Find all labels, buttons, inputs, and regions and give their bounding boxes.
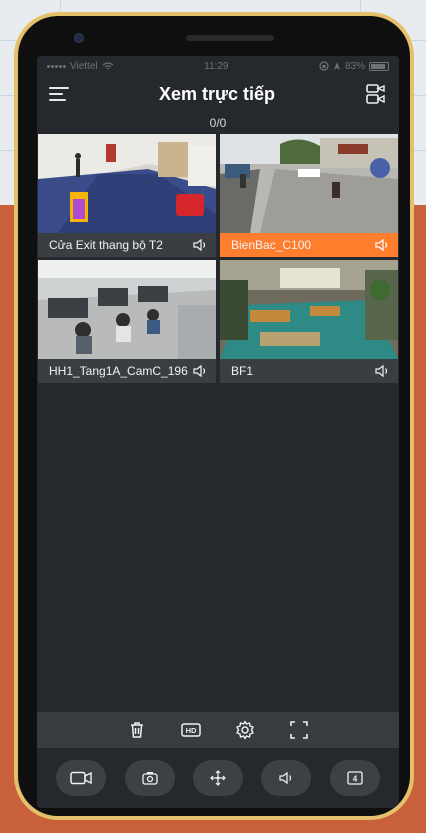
battery-icon bbox=[369, 61, 389, 71]
app-header: Xem trực tiếp bbox=[37, 76, 399, 112]
camera-name: BF1 bbox=[231, 364, 254, 378]
camera-caption-3[interactable]: HH1_Tang1A_CamC_196 bbox=[38, 359, 216, 383]
battery-percent: 83% bbox=[344, 60, 365, 72]
front-camera-icon bbox=[74, 33, 84, 43]
ptz-icon bbox=[210, 770, 226, 786]
video-record-icon bbox=[70, 771, 92, 785]
phone-body: Viettel 11:29 83% Xem trực tiếp 0/0 Cửa … bbox=[18, 16, 410, 816]
camera-caption-4[interactable]: BF1 bbox=[220, 359, 398, 383]
lock-rotation-icon bbox=[319, 61, 329, 71]
snapshot-button[interactable] bbox=[124, 760, 175, 796]
hd-label: HD bbox=[186, 726, 197, 735]
snapshot-icon bbox=[141, 772, 158, 785]
speaker-icon[interactable] bbox=[374, 364, 390, 378]
camera-feed-4[interactable] bbox=[220, 260, 398, 359]
playback-toolbar: HD bbox=[37, 712, 399, 748]
camera-name: BienBac_C100 bbox=[231, 238, 312, 252]
location-icon bbox=[333, 62, 340, 70]
gear-icon[interactable] bbox=[235, 720, 255, 740]
hd-icon[interactable]: HD bbox=[181, 720, 201, 740]
audio-button[interactable] bbox=[261, 760, 312, 796]
camera-name: Cửa Exit thang bộ T2 bbox=[49, 238, 163, 252]
camera-tile-3[interactable]: HH1_Tang1A_CamC_196 bbox=[38, 260, 216, 383]
carrier-label: Viettel bbox=[70, 60, 98, 72]
camera-switch-icon[interactable] bbox=[365, 83, 387, 105]
fullscreen-icon[interactable] bbox=[289, 720, 309, 740]
wifi-icon bbox=[102, 61, 113, 69]
camera-feed-1[interactable] bbox=[38, 134, 216, 233]
camera-tile-4[interactable]: BF1 bbox=[220, 260, 398, 383]
page-counter: 0/0 bbox=[209, 116, 227, 130]
ptz-button[interactable] bbox=[192, 760, 243, 796]
camera-feed-2[interactable] bbox=[220, 134, 398, 233]
layout-button[interactable]: 4 bbox=[329, 760, 380, 796]
layout-count: 4 bbox=[353, 774, 358, 783]
trash-icon[interactable] bbox=[127, 720, 147, 740]
record-button[interactable] bbox=[56, 760, 107, 796]
hamburger-icon[interactable] bbox=[49, 87, 69, 101]
layout-grid-icon: 4 bbox=[347, 771, 363, 785]
camera-name: HH1_Tang1A_CamC_196 bbox=[49, 364, 188, 378]
phone-frame: Viettel 11:29 83% Xem trực tiếp 0/0 Cửa … bbox=[14, 12, 414, 820]
status-time: 11:29 bbox=[204, 60, 229, 72]
signal-icon bbox=[47, 64, 66, 68]
earpiece bbox=[186, 35, 274, 41]
camera-grid: Cửa Exit thang bộ T2 BienBac_C100 HH1_Ta… bbox=[37, 134, 399, 383]
app-screen: Viettel 11:29 83% Xem trực tiếp 0/0 Cửa … bbox=[37, 56, 399, 808]
speaker-icon[interactable] bbox=[192, 238, 208, 252]
camera-caption-1[interactable]: Cửa Exit thang bộ T2 bbox=[38, 233, 216, 257]
camera-tile-2[interactable]: BienBac_C100 bbox=[220, 134, 398, 257]
speaker-icon[interactable] bbox=[374, 238, 390, 252]
page-title: Xem trực tiếp bbox=[158, 83, 276, 104]
camera-feed-3[interactable] bbox=[38, 260, 216, 359]
speaker-icon[interactable] bbox=[192, 364, 208, 378]
camera-tile-1[interactable]: Cửa Exit thang bộ T2 bbox=[38, 134, 216, 257]
status-bar: Viettel 11:29 83% bbox=[37, 56, 399, 76]
camera-caption-2[interactable]: BienBac_C100 bbox=[220, 233, 398, 257]
bottom-control-bar: 4 bbox=[37, 748, 399, 808]
speaker-icon bbox=[279, 771, 292, 785]
